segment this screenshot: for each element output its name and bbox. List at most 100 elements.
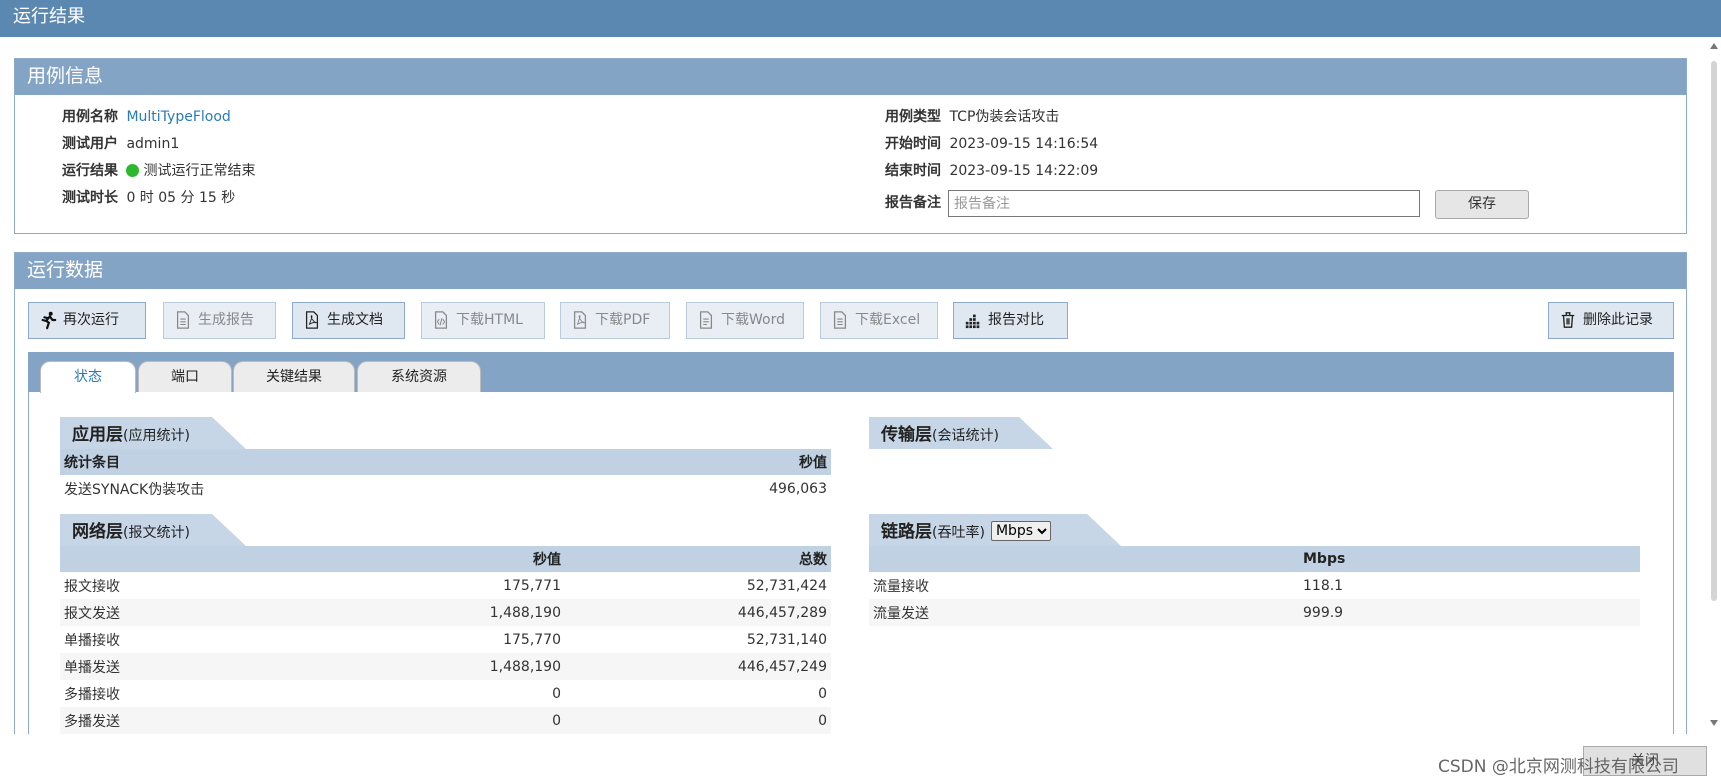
download-html-button[interactable]: 下载HTML bbox=[421, 302, 545, 339]
download-word-label: 下载Word bbox=[721, 312, 785, 328]
download-pdf-button[interactable]: 下载PDF bbox=[560, 302, 670, 339]
download-excel-button[interactable]: 下载Excel bbox=[820, 302, 938, 339]
transport-layer-title-text: 传输层 bbox=[881, 425, 932, 445]
table-cell: 52,731,140 bbox=[746, 631, 827, 648]
delete-record-button[interactable]: 删除此记录 bbox=[1548, 302, 1674, 339]
case-name-label: 用例名称 bbox=[62, 109, 118, 125]
html-file-icon bbox=[434, 311, 448, 329]
duration-value: 0 时 05 分 15 秒 bbox=[126, 190, 236, 206]
table-header: 秒值 bbox=[593, 449, 831, 475]
table-cell: 多播接收 bbox=[64, 686, 120, 703]
table-row: 报文接收 175,771 52,731,424 bbox=[60, 572, 831, 599]
bar-chart-icon bbox=[965, 314, 980, 329]
table-row: 多播发送 0 0 bbox=[60, 707, 831, 734]
tab-ports[interactable]: 端口 bbox=[138, 361, 232, 392]
network-layer-title: 网络层(报文统计) bbox=[60, 514, 246, 546]
table-row: 报文发送 1,488,190 446,457,289 bbox=[60, 599, 831, 626]
test-user-row: 测试用户 admin1 bbox=[62, 135, 179, 153]
table-cell: 175,770 bbox=[503, 631, 561, 648]
table-row: 单播发送 1,488,190 446,457,249 bbox=[60, 653, 831, 680]
excel-file-icon bbox=[833, 311, 847, 329]
network-layer-table: 秒值 总数 报文接收 175,771 52,731,424 报文发送 1,488… bbox=[60, 546, 831, 734]
table-row: 多播接收 0 0 bbox=[60, 680, 831, 707]
running-man-icon bbox=[41, 311, 57, 330]
case-type-label: 用例类型 bbox=[885, 109, 941, 125]
link-layer-subtitle: (吞吐率) bbox=[932, 525, 985, 541]
app-layer-table: 统计条目 秒值 发送SYNACK伪装攻击 496,063 bbox=[60, 449, 831, 502]
table-header bbox=[869, 546, 1299, 572]
link-layer-table: Mbps 流量接收 118.1 流量发送 999.9 bbox=[869, 546, 1640, 626]
scroll-down-icon[interactable] bbox=[1710, 720, 1718, 726]
pdf-file-icon bbox=[573, 311, 587, 329]
rerun-label: 再次运行 bbox=[63, 312, 119, 328]
generate-report-button[interactable]: 生成报告 bbox=[163, 302, 276, 339]
word-file-icon bbox=[699, 311, 713, 329]
vertical-scrollbar[interactable] bbox=[1706, 37, 1721, 734]
table-row: 流量接收 118.1 bbox=[869, 572, 1640, 599]
download-html-label: 下载HTML bbox=[456, 312, 523, 328]
generate-doc-label: 生成文档 bbox=[327, 312, 383, 328]
table-row: 发送SYNACK伪装攻击 496,063 bbox=[60, 475, 831, 502]
table-cell: 446,457,249 bbox=[565, 653, 831, 680]
duration-row: 测试时长 0 时 05 分 15 秒 bbox=[62, 189, 235, 207]
network-layer-title-text: 网络层 bbox=[72, 522, 123, 542]
tab-system-resources[interactable]: 系统资源 bbox=[357, 361, 481, 392]
run-result-label: 运行结果 bbox=[62, 163, 118, 179]
table-cell: 0 bbox=[300, 707, 565, 734]
app-layer-subtitle: (应用统计) bbox=[123, 428, 190, 444]
table-cell: 1,488,190 bbox=[300, 653, 565, 680]
download-word-button[interactable]: 下载Word bbox=[686, 302, 804, 339]
table-cell: 1,488,190 bbox=[300, 599, 565, 626]
download-pdf-label: 下载PDF bbox=[595, 312, 651, 328]
case-name-link[interactable]: MultiTypeFlood bbox=[126, 109, 230, 125]
tab-status[interactable]: 状态 bbox=[40, 361, 136, 393]
start-time-label: 开始时间 bbox=[885, 136, 941, 152]
tab-key-results[interactable]: 关键结果 bbox=[233, 361, 355, 392]
table-cell: 发送SYNACK伪装攻击 bbox=[64, 481, 205, 498]
table-cell: 0 bbox=[565, 707, 831, 734]
table-cell: 999.9 bbox=[1299, 599, 1640, 626]
table-header: 统计条目 bbox=[60, 449, 594, 475]
table-cell: 52,731,424 bbox=[746, 577, 827, 594]
case-name-row: 用例名称 MultiTypeFlood bbox=[62, 108, 231, 126]
end-time-value: 2023-09-15 14:22:09 bbox=[949, 163, 1099, 179]
table-header: Mbps bbox=[1299, 546, 1640, 572]
rerun-button[interactable]: 再次运行 bbox=[28, 302, 146, 339]
unit-select[interactable]: Mbps bbox=[990, 521, 1051, 541]
save-button[interactable]: 保存 bbox=[1435, 190, 1529, 219]
download-excel-label: 下载Excel bbox=[855, 312, 921, 328]
watermark: CSDN @北京网测科技有限公司 bbox=[1438, 757, 1679, 777]
table-cell: 多播发送 bbox=[60, 707, 300, 734]
table-cell: 单播发送 bbox=[60, 653, 300, 680]
table-cell: 118.1 bbox=[1303, 577, 1344, 594]
generate-doc-button[interactable]: 生成文档 bbox=[292, 302, 405, 339]
status-ok-icon bbox=[126, 164, 140, 177]
remark-input[interactable] bbox=[948, 190, 1420, 217]
scroll-thumb[interactable] bbox=[1711, 61, 1717, 601]
test-user-label: 测试用户 bbox=[62, 136, 118, 152]
app-layer-title: 应用层(应用统计) bbox=[60, 417, 246, 449]
test-user-value: admin1 bbox=[126, 136, 180, 152]
case-type-value: TCP伪装会话攻击 bbox=[949, 109, 1060, 125]
app-layer-title-text: 应用层 bbox=[72, 425, 123, 445]
end-time-row: 结束时间 2023-09-15 14:22:09 bbox=[885, 162, 1098, 180]
run-data-heading: 运行数据 bbox=[15, 253, 1686, 289]
scroll-up-icon[interactable] bbox=[1710, 43, 1718, 49]
table-cell: 报文接收 bbox=[64, 578, 120, 595]
table-header: 总数 bbox=[565, 546, 831, 572]
case-info-panel: 用例信息 用例名称 MultiTypeFlood 测试用户 admin1 运行结… bbox=[14, 58, 1687, 234]
window-title: 运行结果 bbox=[0, 0, 1721, 37]
network-layer-subtitle: (报文统计) bbox=[123, 525, 190, 541]
table-cell: 0 bbox=[552, 685, 561, 702]
transport-layer-subtitle: (会话统计) bbox=[932, 428, 999, 444]
delete-record-label: 删除此记录 bbox=[1583, 312, 1653, 328]
compare-report-label: 报告对比 bbox=[988, 312, 1044, 328]
generate-report-label: 生成报告 bbox=[198, 312, 254, 328]
table-cell: 流量发送 bbox=[869, 599, 1299, 626]
table-cell: 0 bbox=[818, 685, 827, 702]
compare-report-button[interactable]: 报告对比 bbox=[953, 302, 1068, 339]
table-cell: 446,457,289 bbox=[565, 599, 831, 626]
table-cell: 175,771 bbox=[503, 577, 561, 594]
table-cell: 流量接收 bbox=[873, 578, 929, 595]
remark-row: 报告备注 bbox=[885, 194, 945, 212]
